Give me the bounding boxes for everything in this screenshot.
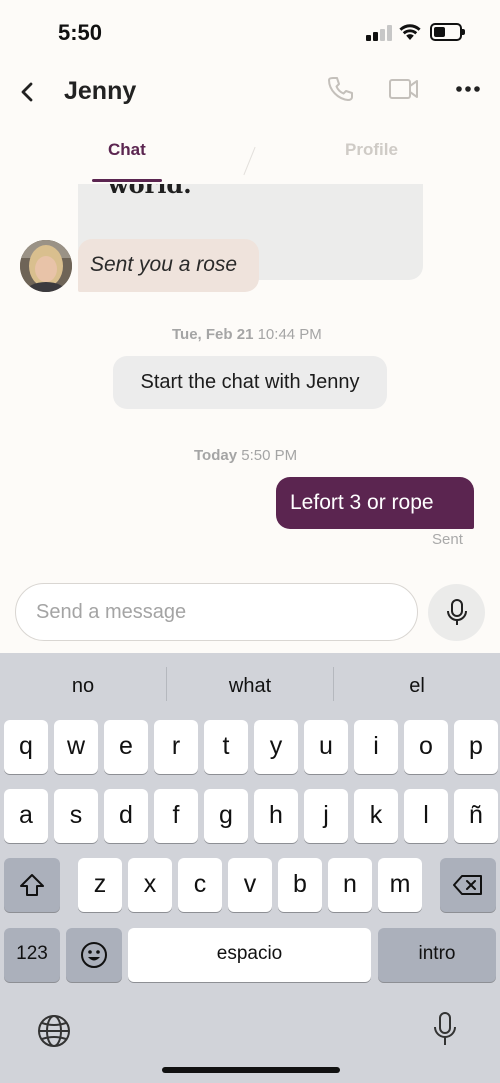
key-v[interactable]: v (228, 858, 272, 912)
back-chevron-icon[interactable] (16, 78, 40, 106)
key-q[interactable]: q (4, 720, 48, 774)
key-z[interactable]: z (78, 858, 122, 912)
rose-message-text: Sent you a rose (90, 253, 238, 276)
keyboard: no what el q w e r t y u i o p a s d f g… (0, 653, 500, 1083)
space-key[interactable]: espacio (128, 928, 371, 982)
key-j[interactable]: j (304, 789, 348, 843)
key-t[interactable]: t (204, 720, 248, 774)
key-a[interactable]: a (4, 789, 48, 843)
cellular-signal-icon (366, 25, 392, 41)
phone-call-icon[interactable] (326, 74, 354, 104)
key-l[interactable]: l (404, 789, 448, 843)
dictation-microphone-icon[interactable] (432, 1011, 458, 1049)
tab-profile[interactable]: Profile (345, 140, 398, 160)
home-indicator (162, 1067, 340, 1073)
globe-icon[interactable] (36, 1013, 72, 1049)
microphone-icon (447, 599, 467, 625)
key-x[interactable]: x (128, 858, 172, 912)
timestamp: Today 5:50 PM (194, 447, 297, 464)
message-composer: Send a message (0, 566, 500, 653)
battery-icon (430, 23, 465, 41)
avatar[interactable] (20, 240, 72, 292)
timestamp-day: Today (194, 447, 238, 464)
active-tab-indicator (92, 179, 162, 182)
key-r[interactable]: r (154, 720, 198, 774)
backspace-icon (453, 875, 482, 895)
shift-key[interactable] (4, 858, 60, 912)
suggestion-2[interactable]: what (167, 675, 333, 698)
message-input-placeholder: Send a message (36, 601, 187, 623)
key-e[interactable]: e (104, 720, 148, 774)
wifi-icon (399, 24, 421, 40)
key-k[interactable]: k (354, 789, 398, 843)
status-time: 5:50 (58, 20, 103, 45)
timestamp-time: 10:44 PM (257, 326, 322, 343)
key-g[interactable]: g (204, 789, 248, 843)
contact-name: Jenny (64, 77, 137, 105)
timestamp-day: Tue, Feb 21 (172, 326, 254, 343)
key-c[interactable]: c (178, 858, 222, 912)
video-call-icon[interactable] (388, 74, 420, 104)
key-n[interactable]: n (328, 858, 372, 912)
timestamp-time: 5:50 PM (241, 447, 298, 464)
status-bar: 5:50 (0, 0, 500, 64)
outgoing-message-bubble[interactable]: Lefort 3 or rope (276, 477, 474, 529)
key-n-tilde[interactable]: ñ (454, 789, 498, 843)
message-status: Sent (432, 531, 463, 548)
tab-divider (243, 146, 256, 176)
numbers-key[interactable]: 123 (4, 928, 60, 982)
emoji-icon (81, 942, 107, 968)
emoji-key[interactable] (66, 928, 122, 982)
key-d[interactable]: d (104, 789, 148, 843)
voice-message-button[interactable] (428, 584, 485, 641)
timestamp: Tue, Feb 21 10:44 PM (172, 326, 322, 343)
system-message-text: Start the chat with Jenny (140, 371, 360, 393)
more-options-icon[interactable] (455, 76, 481, 102)
key-w[interactable]: w (54, 720, 98, 774)
outgoing-message-text: Lefort 3 or rope (290, 491, 434, 514)
key-p[interactable]: p (454, 720, 498, 774)
shift-icon (20, 874, 44, 896)
tab-chat[interactable]: Chat (108, 140, 146, 160)
start-chat-system-message: Start the chat with Jenny (113, 356, 387, 409)
message-input[interactable]: Send a message (15, 583, 418, 641)
key-m[interactable]: m (378, 858, 422, 912)
key-b[interactable]: b (278, 858, 322, 912)
rose-message-bubble[interactable]: Sent you a rose (78, 239, 259, 292)
key-s[interactable]: s (54, 789, 98, 843)
key-f[interactable]: f (154, 789, 198, 843)
suggestion-1[interactable]: no (0, 675, 166, 698)
backspace-key[interactable] (440, 858, 496, 912)
chat-profile-tabs: Chat Profile (0, 134, 500, 184)
suggestion-3[interactable]: el (334, 675, 500, 698)
key-o[interactable]: o (404, 720, 448, 774)
key-i[interactable]: i (354, 720, 398, 774)
return-key[interactable]: intro (378, 928, 496, 982)
key-y[interactable]: y (254, 720, 298, 774)
chat-header: Jenny Chat Profile (0, 64, 500, 184)
key-h[interactable]: h (254, 789, 298, 843)
key-u[interactable]: u (304, 720, 348, 774)
